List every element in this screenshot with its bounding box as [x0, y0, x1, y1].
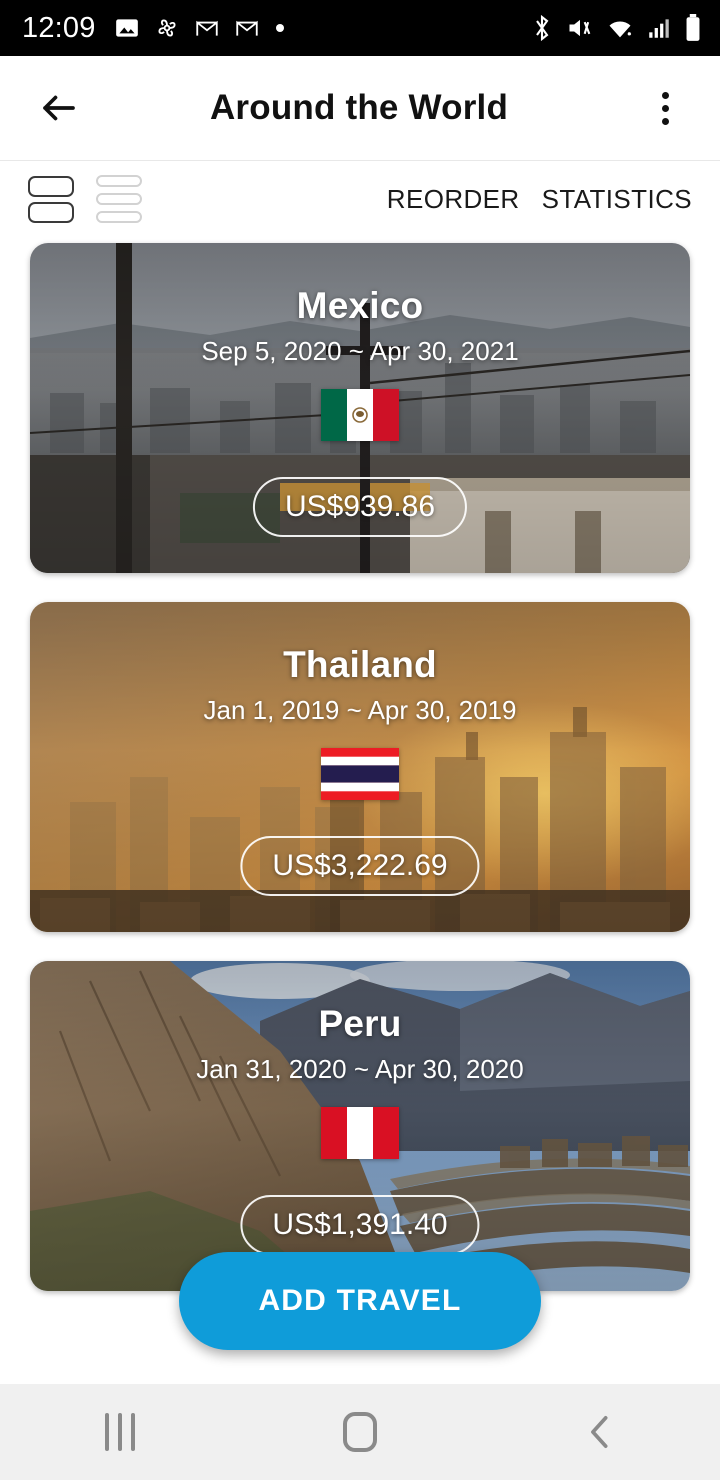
toolbar-actions: REORDER STATISTICS	[387, 184, 692, 215]
add-travel-button[interactable]: ADD TRAVEL	[179, 1252, 541, 1350]
overflow-menu-icon	[661, 104, 669, 112]
statistics-button[interactable]: STATISTICS	[542, 184, 692, 215]
overflow-menu-icon	[661, 91, 669, 99]
card-view-icon	[28, 175, 74, 197]
peru-flag-icon	[321, 1107, 399, 1159]
nav-back-icon	[591, 1415, 608, 1449]
view-mode-toggles	[28, 175, 142, 223]
overflow-menu-icon	[661, 117, 669, 125]
card-content: Mexico Sep 5, 2020 ~ Apr 30, 2021 US$939…	[30, 243, 690, 573]
status-system-icons	[530, 14, 702, 42]
travel-dates: Jan 1, 2019 ~ Apr 30, 2019	[203, 695, 517, 725]
battery-icon	[686, 14, 700, 41]
travel-price[interactable]: US$3,222.69	[240, 836, 480, 896]
system-nav-bar	[0, 1384, 720, 1480]
view-toolbar: REORDER STATISTICS	[0, 161, 720, 237]
gmail-icon	[195, 20, 218, 36]
card-content: Thailand Jan 1, 2019 ~ Apr 30, 2019 US$3…	[30, 602, 690, 932]
status-bar: 12:09	[0, 0, 720, 56]
home-button[interactable]	[300, 1384, 420, 1480]
page-title: Around the World	[209, 88, 509, 127]
travel-card[interactable]: Peru Jan 31, 2020 ~ Apr 30, 2020 US$1,39…	[30, 961, 690, 1291]
reorder-button[interactable]: REORDER	[387, 184, 520, 215]
status-clock: 12:09	[22, 11, 96, 44]
pinwheel-icon	[158, 19, 176, 37]
list-view-icon	[96, 193, 142, 205]
bluetooth-icon	[536, 14, 549, 42]
travel-dates: Jan 31, 2020 ~ Apr 30, 2020	[196, 1054, 524, 1084]
app-bar: Around the World	[0, 56, 720, 161]
mute-icon	[569, 19, 591, 37]
app-screen: 12:09 Around the World REORDER STATISTIC…	[0, 0, 720, 1480]
thailand-flag-icon	[321, 748, 399, 800]
overflow-menu-button[interactable]	[640, 79, 690, 137]
travel-price[interactable]: US$1,391.40	[240, 1195, 480, 1255]
list-view-toggle[interactable]	[96, 175, 142, 223]
recents-button[interactable]	[60, 1384, 180, 1480]
travel-list: Mexico Sep 5, 2020 ~ Apr 30, 2021 US$939…	[0, 237, 720, 1291]
status-notification-icons	[114, 15, 286, 41]
card-view-toggle[interactable]	[28, 175, 74, 223]
nav-back-button[interactable]	[540, 1384, 660, 1480]
list-view-icon	[96, 175, 142, 187]
home-icon	[343, 1412, 377, 1452]
travel-dates: Sep 5, 2020 ~ Apr 30, 2021	[201, 336, 519, 366]
gmail-icon	[235, 20, 258, 36]
wifi-icon	[609, 21, 632, 38]
list-view-icon	[96, 211, 142, 223]
mexico-flag-icon	[321, 389, 399, 441]
travel-country: Mexico	[296, 285, 424, 326]
recents-icon	[105, 1413, 135, 1451]
travel-card[interactable]: Thailand Jan 1, 2019 ~ Apr 30, 2019 US$3…	[30, 602, 690, 932]
card-view-icon	[28, 201, 74, 223]
signal-icon	[649, 19, 669, 38]
travel-country: Peru	[318, 1003, 402, 1044]
travel-card[interactable]: Mexico Sep 5, 2020 ~ Apr 30, 2021 US$939…	[30, 243, 690, 573]
travel-price[interactable]: US$939.86	[252, 477, 468, 537]
back-arrow-icon	[43, 95, 75, 121]
photo-icon	[115, 19, 138, 37]
dot-icon	[275, 24, 284, 32]
travel-country: Thailand	[283, 644, 437, 685]
card-content: Peru Jan 31, 2020 ~ Apr 30, 2020 US$1,39…	[30, 961, 690, 1291]
